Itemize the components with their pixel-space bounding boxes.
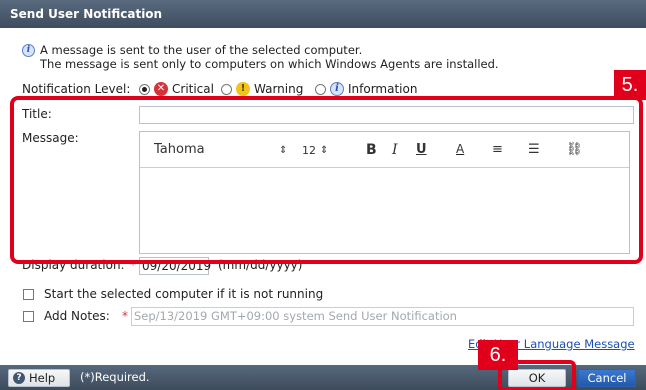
required-note: (*)Required. (80, 370, 150, 384)
warning-label: Warning (254, 82, 304, 96)
information-radio[interactable] (315, 84, 326, 95)
critical-label: Critical (172, 82, 214, 96)
start-computer-checkbox[interactable] (23, 289, 34, 300)
step6-badge: 6. (478, 340, 518, 370)
warning-icon: ! (236, 82, 250, 96)
step5-highlight-box (10, 96, 643, 264)
add-notes-label: Add Notes: (44, 309, 110, 323)
information-label: Information (348, 82, 418, 96)
dialog-title: Send User Notification (0, 0, 646, 28)
info-line-2: The message is sent only to computers on… (40, 57, 499, 71)
add-notes-checkbox[interactable] (23, 311, 34, 322)
add-notes-required-mark: * (122, 309, 128, 323)
critical-radio[interactable] (139, 84, 150, 95)
start-computer-label: Start the selected computer if it is not… (44, 287, 324, 301)
info-icon: i (22, 44, 35, 57)
cancel-button[interactable]: Cancel (578, 369, 636, 387)
help-button[interactable]: ? Help (8, 369, 70, 387)
notification-level-label: Notification Level: (22, 82, 131, 96)
critical-icon: ✕ (154, 82, 168, 96)
information-icon: i (330, 82, 344, 96)
notes-input[interactable]: Sep/13/2019 GMT+09:00 system Send User N… (131, 307, 634, 326)
warning-radio[interactable] (221, 84, 232, 95)
help-label: Help (29, 371, 56, 385)
info-line-1: A message is sent to the user of the sel… (40, 43, 363, 57)
step5-badge: 5. (614, 70, 646, 100)
help-icon: ? (13, 372, 25, 384)
